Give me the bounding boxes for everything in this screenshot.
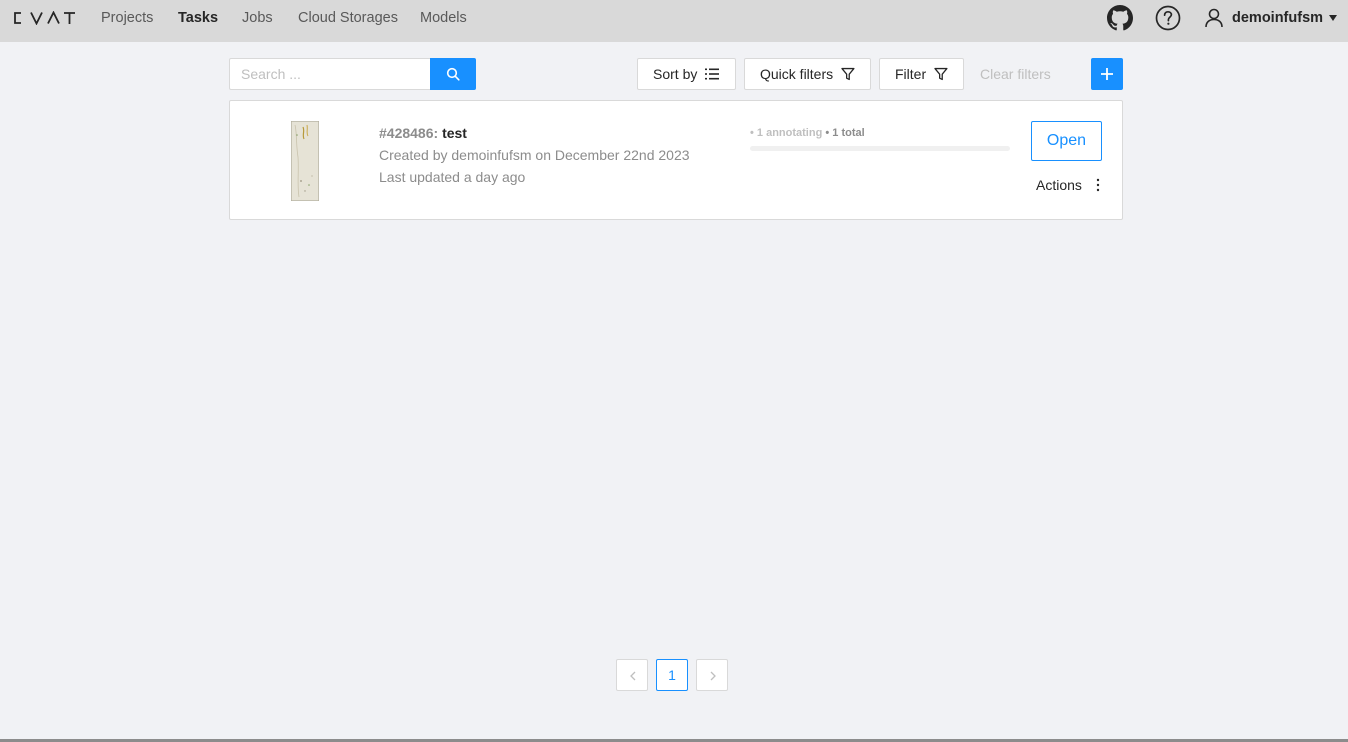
next-page-button[interactable] xyxy=(696,659,728,691)
help-icon[interactable] xyxy=(1155,5,1181,31)
chevron-left-icon xyxy=(630,671,636,681)
github-icon[interactable] xyxy=(1107,5,1133,31)
caret-down-icon[interactable] xyxy=(1329,15,1337,21)
chevron-right-icon xyxy=(710,671,716,681)
task-progress-bar xyxy=(750,146,1010,151)
task-id: #428486: xyxy=(379,125,439,141)
filter-button[interactable]: Filter xyxy=(879,58,964,90)
filter-icon xyxy=(934,67,948,81)
add-task-button[interactable] xyxy=(1091,58,1123,90)
sort-by-label: Sort by xyxy=(653,66,698,82)
actions-menu[interactable]: Actions xyxy=(1036,177,1082,193)
task-name[interactable]: test xyxy=(442,125,467,141)
task-card: #428486: test Created by demoinfufsm on … xyxy=(229,100,1123,220)
nav-models[interactable]: Models xyxy=(420,10,467,26)
more-vertical-icon[interactable] xyxy=(1096,178,1100,192)
search-icon xyxy=(446,67,460,81)
open-task-button[interactable]: Open xyxy=(1031,121,1102,161)
task-preview-image[interactable] xyxy=(291,121,319,201)
search-button[interactable] xyxy=(430,58,476,90)
filter-label: Filter xyxy=(895,66,927,82)
quick-filters-button[interactable]: Quick filters xyxy=(744,58,871,90)
username[interactable]: demoinfufsm xyxy=(1232,10,1323,26)
task-created: Created by demoinfufsm on December 22nd … xyxy=(379,147,690,163)
clear-filters-button[interactable]: Clear filters xyxy=(980,66,1051,82)
task-progress-summary: • 1 annotating • 1 total xyxy=(750,127,865,139)
sort-by-button[interactable]: Sort by xyxy=(637,58,736,90)
nav-cloud-storages[interactable]: Cloud Storages xyxy=(298,10,398,26)
plus-icon xyxy=(1101,68,1113,80)
task-title: #428486: test xyxy=(379,125,467,141)
progress-annotating: • 1 annotating xyxy=(750,127,823,139)
top-header: Projects Tasks Jobs Cloud Storages Model… xyxy=(0,0,1348,42)
quick-filters-label: Quick filters xyxy=(760,66,834,82)
filter-icon xyxy=(841,67,855,81)
nav-projects[interactable]: Projects xyxy=(101,10,153,26)
sort-list-icon xyxy=(705,68,720,80)
cvat-logo[interactable] xyxy=(12,11,76,25)
task-updated: Last updated a day ago xyxy=(379,169,526,185)
user-icon[interactable] xyxy=(1204,8,1224,28)
nav-jobs[interactable]: Jobs xyxy=(242,10,273,26)
page-item-1[interactable]: 1 xyxy=(656,659,688,691)
search-input[interactable] xyxy=(229,58,431,90)
progress-total: • 1 total xyxy=(825,127,865,139)
nav-tasks[interactable]: Tasks xyxy=(178,10,218,26)
prev-page-button[interactable] xyxy=(616,659,648,691)
